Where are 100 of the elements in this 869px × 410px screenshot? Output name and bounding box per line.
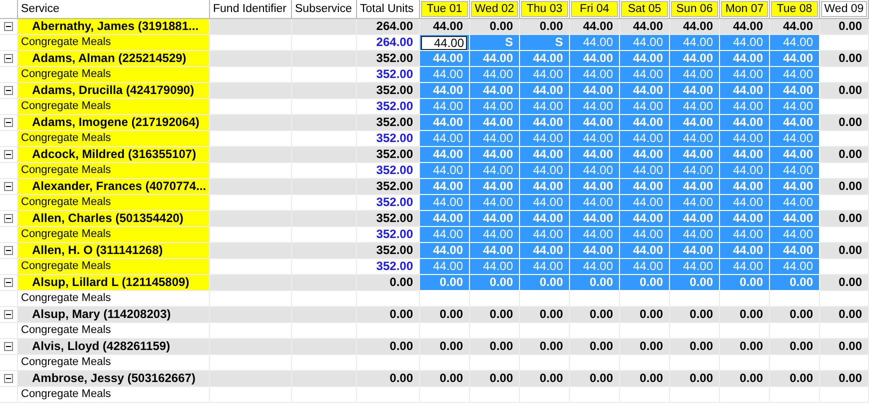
day-cell[interactable] [670,387,720,403]
day-cell[interactable]: 44.00 [670,115,720,131]
day-column-header[interactable]: Wed 09 [821,1,867,17]
day-column-header[interactable]: Fri 04 [571,1,618,17]
day-cell[interactable]: 44.00 [470,115,520,131]
day-cell[interactable]: 44.00 [670,35,720,51]
day-cell[interactable] [520,387,570,403]
day-cell[interactable]: 44.00 [620,35,670,51]
day-column-header[interactable]: Thu 03 [521,1,568,17]
day-cell[interactable]: 0.00 [420,275,470,291]
day-cell[interactable]: 44.00 [570,163,620,179]
day-cell[interactable]: 44.00 [720,51,770,67]
day-cell[interactable]: 44.00 [470,179,520,195]
day-cell[interactable]: 0.00 [820,307,869,323]
day-cell[interactable]: 44.00 [420,211,470,227]
day-cell[interactable]: 0.00 [570,371,620,387]
day-cell[interactable]: 44.00 [770,243,820,259]
collapse-icon[interactable] [4,22,13,31]
day-cell[interactable]: 44.00 [470,67,520,83]
day-cell[interactable]: 44.00 [670,67,720,83]
day-cell[interactable]: 44.00 [720,211,770,227]
day-cell[interactable]: 44.00 [670,163,720,179]
day-cell[interactable]: 44.00 [570,99,620,115]
day-cell[interactable]: 44.00 [470,211,520,227]
collapse-icon[interactable] [4,374,13,383]
day-cell[interactable]: 0.00 [620,339,670,355]
day-cell[interactable]: 44.00 [420,163,470,179]
day-cell[interactable]: 0.00 [820,211,869,227]
collapse-icon[interactable] [4,310,13,319]
day-cell[interactable]: 44.00 [620,99,670,115]
collapse-icon[interactable] [4,214,13,223]
day-cell[interactable]: 44.00 [670,211,720,227]
day-cell[interactable]: 44.00 [770,211,820,227]
day-cell[interactable]: 44.00 [620,227,670,243]
day-cell[interactable]: 44.00 [420,147,470,163]
day-cell[interactable]: 44.00 [720,83,770,99]
day-cell[interactable]: 44.00 [720,195,770,211]
day-cell[interactable]: 44.00 [570,115,620,131]
day-cell[interactable]: 0.00 [720,371,770,387]
day-cell[interactable]: 44.00 [570,259,620,275]
day-cell[interactable]: 44.00 [520,51,570,67]
column-header[interactable]: Total Units [357,0,420,19]
day-cell[interactable]: 44.00 [420,195,470,211]
day-cell[interactable]: 44.00 [720,163,770,179]
day-cell[interactable]: 44.00 [620,115,670,131]
day-cell[interactable]: 0.00 [470,339,520,355]
day-cell[interactable]: 0.00 [670,307,720,323]
day-cell[interactable]: 44.00 [420,259,470,275]
day-cell[interactable]: 44.00 [520,227,570,243]
day-cell[interactable]: 0.00 [670,339,720,355]
day-cell[interactable]: 44.00 [620,147,670,163]
day-cell[interactable]: 44.00 [420,227,470,243]
day-cell[interactable]: 0.00 [770,371,820,387]
day-cell[interactable]: 44.00 [520,83,570,99]
day-cell[interactable]: 0.00 [570,275,620,291]
day-cell[interactable]: 0.00 [570,339,620,355]
day-column-header[interactable]: Tue 08 [771,1,818,17]
day-cell[interactable]: 0.00 [420,307,470,323]
collapse-icon[interactable] [4,150,13,159]
day-cell[interactable]: 44.00 [470,131,520,147]
day-cell[interactable]: 0.00 [520,339,570,355]
day-cell[interactable]: 44.00 [720,179,770,195]
day-cell[interactable]: 0.00 [520,371,570,387]
day-cell[interactable]: 44.00 [520,211,570,227]
day-cell[interactable]: 44.00 [720,35,770,51]
day-cell[interactable]: 44.00 [670,195,720,211]
column-header[interactable]: Subservice [292,0,357,19]
day-cell[interactable]: 44.00 [770,19,820,35]
day-cell[interactable]: 44.00 [520,195,570,211]
day-cell[interactable]: 0.00 [720,275,770,291]
day-cell[interactable]: 44.00 [420,19,470,35]
day-cell[interactable]: 44.00 [770,83,820,99]
day-cell[interactable]: 44.00 [420,115,470,131]
day-cell[interactable]: 44.00 [420,131,470,147]
day-cell[interactable]: 44.00 [720,131,770,147]
collapse-icon[interactable] [4,118,13,127]
day-cell[interactable]: 44.00 [420,179,470,195]
day-cell[interactable]: 44.00 [670,147,720,163]
day-cell[interactable]: 44.00 [570,227,620,243]
day-cell[interactable]: 44.00 [720,19,770,35]
day-cell[interactable]: 44.00 [670,243,720,259]
day-column-header[interactable]: Tue 01 [421,1,468,17]
day-cell[interactable]: 0.00 [820,339,869,355]
day-cell[interactable] [720,387,770,403]
day-cell[interactable]: 44.00 [770,195,820,211]
day-cell[interactable]: 44.00 [670,51,720,67]
day-cell[interactable]: 0.00 [720,339,770,355]
day-cell[interactable]: 44.00 [470,83,520,99]
day-cell[interactable]: 0.00 [620,275,670,291]
day-cell[interactable]: 44.00 [420,51,470,67]
day-cell[interactable]: 44.00 [720,243,770,259]
day-cell[interactable]: 44.00 [570,131,620,147]
day-cell[interactable]: 44.00 [520,259,570,275]
day-cell[interactable]: 44.00 [770,163,820,179]
day-cell[interactable]: 0.00 [770,339,820,355]
day-cell[interactable]: 0.00 [820,51,869,67]
day-cell[interactable] [820,387,869,403]
day-cell[interactable]: 44.00 [670,179,720,195]
day-cell[interactable]: 44.00 [770,147,820,163]
day-cell[interactable]: 44.00 [620,67,670,83]
